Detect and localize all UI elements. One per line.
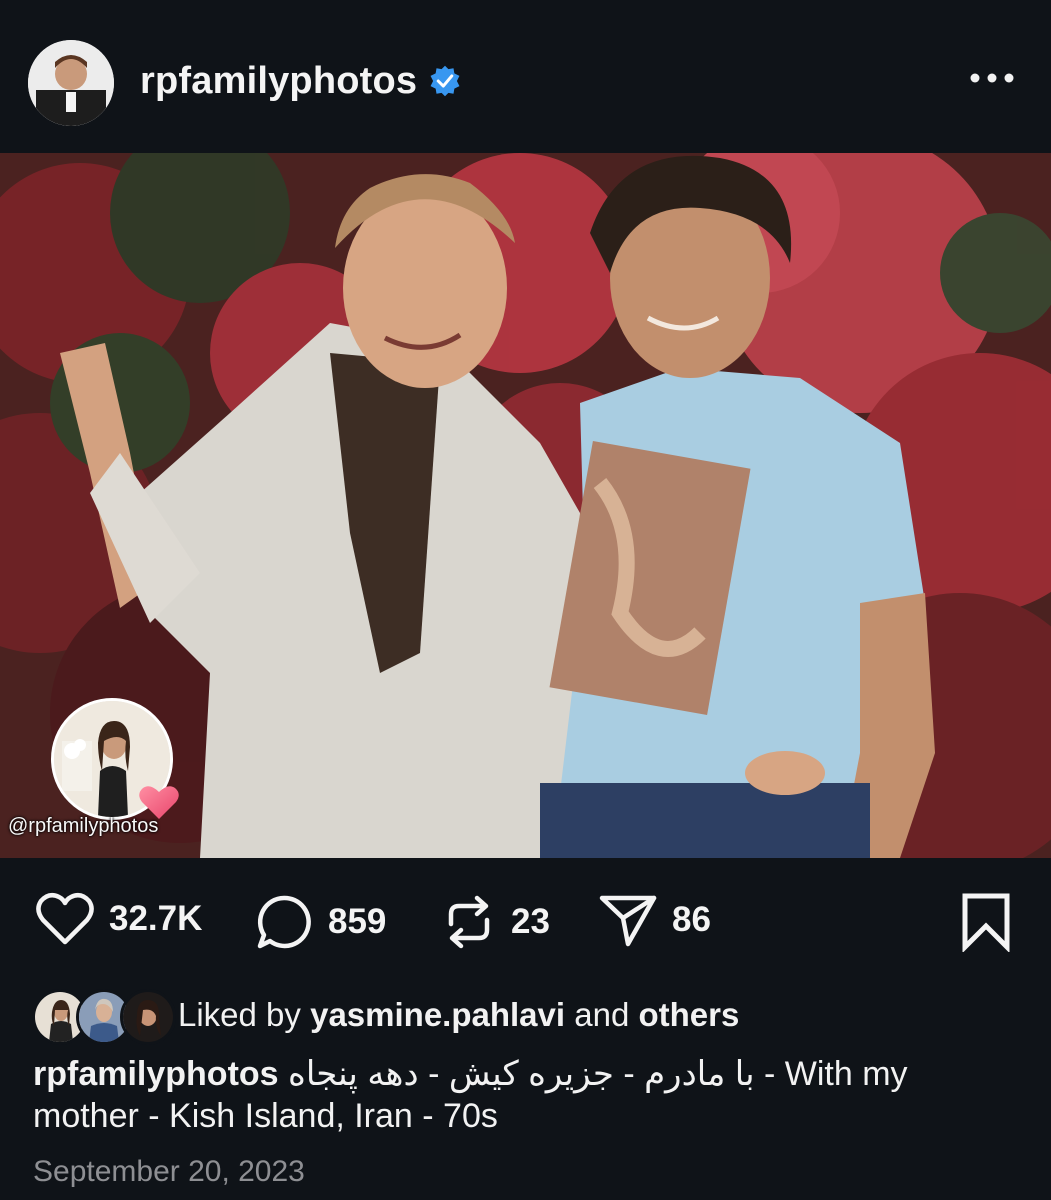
post-header: rpfamilyphotos xyxy=(0,0,1051,152)
bookmark-button[interactable] xyxy=(960,892,1012,952)
post-photo[interactable]: @rpfamilyphotos xyxy=(0,153,1051,858)
verified-badge-icon xyxy=(430,65,460,97)
comment-button[interactable]: 859 xyxy=(254,892,386,952)
comment-icon xyxy=(257,895,311,949)
share-icon xyxy=(599,895,657,947)
liked-by-others-link[interactable]: others xyxy=(638,996,739,1033)
profile-avatar[interactable] xyxy=(28,40,114,126)
comment-count: 859 xyxy=(328,902,387,941)
caption-text-rtl: با مادرم - جزیره کیش - دهه پنجاه xyxy=(288,1055,755,1093)
post-caption: rpfamilyphotos با مادرم - جزیره کیش - ده… xyxy=(33,1053,1013,1137)
more-horizontal-icon[interactable] xyxy=(969,72,1015,84)
photo-watermark: @rpfamilyphotos xyxy=(8,815,159,837)
liked-by-user-link[interactable]: yasmine.pahlavi xyxy=(310,996,565,1033)
heart-icon xyxy=(36,892,94,945)
liker-avatars xyxy=(32,987,176,1045)
like-button[interactable]: 32.7K xyxy=(35,892,202,946)
liked-by-prefix: Liked by xyxy=(178,996,301,1033)
liked-by-conjunction: and xyxy=(574,996,630,1033)
liked-by-row[interactable]: Liked by yasmine.pahlavi and others xyxy=(32,985,739,1045)
repost-button[interactable]: 23 xyxy=(441,892,550,952)
post-username[interactable]: rpfamilyphotos xyxy=(140,60,417,103)
repost-count: 23 xyxy=(511,902,550,941)
liked-by-text: Liked by yasmine.pahlavi and others xyxy=(178,996,739,1034)
share-count: 86 xyxy=(672,900,711,939)
share-button[interactable]: 86 xyxy=(598,892,711,948)
bookmark-icon xyxy=(962,893,1010,952)
repost-icon xyxy=(448,895,490,949)
liker-avatar xyxy=(120,989,176,1045)
caption-username[interactable]: rpfamilyphotos xyxy=(33,1055,279,1093)
post-date: September 20, 2023 xyxy=(33,1155,305,1188)
like-count: 32.7K xyxy=(109,899,203,938)
